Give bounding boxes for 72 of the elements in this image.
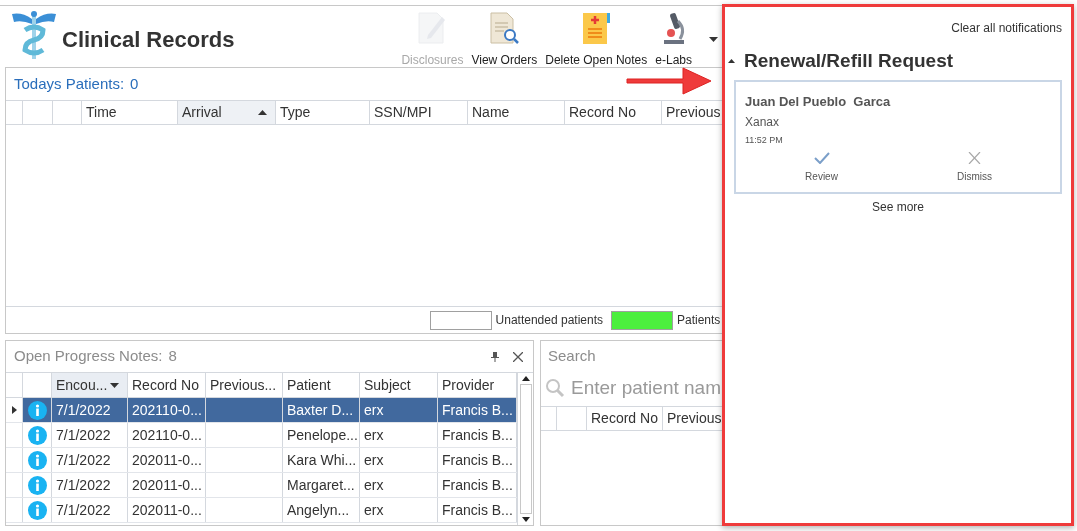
table-cell: erx xyxy=(360,473,438,497)
legend-label: Patients xyxy=(677,312,722,329)
table-cell: erx xyxy=(360,448,438,472)
table-cell: Kara Whi... xyxy=(283,448,360,472)
table-cell: 202011-0... xyxy=(128,473,206,497)
table-row[interactable]: 7/1/2022 202011-0... Margaret... erx Francis B... xyxy=(6,473,517,498)
toolbar-button[interactable]: View Orders xyxy=(468,9,541,69)
panel-title: Search xyxy=(547,346,597,367)
legend-label: Unattended patients xyxy=(495,312,603,329)
toolbar-button[interactable]: Delete Open Notes xyxy=(542,9,651,69)
patient-count: 0 xyxy=(130,73,139,94)
check-icon xyxy=(813,151,830,164)
table-row[interactable]: 7/1/2022 202110-0... Penelope... erx Francis B... xyxy=(6,423,517,448)
column-header[interactable]: Record No xyxy=(587,407,663,430)
section-header[interactable]: Renewal/Refill Request xyxy=(725,47,1071,76)
app-title: Clinical Records xyxy=(62,26,235,54)
clear-notifications-link[interactable]: Clear all notifications xyxy=(951,19,1062,37)
table-cell: Angelyn... xyxy=(283,498,360,522)
table-cell: 202110-0... xyxy=(128,423,206,447)
info-icon xyxy=(27,400,47,420)
card-action-button[interactable]: Review xyxy=(791,151,852,184)
scroll-thumb[interactable] xyxy=(519,384,532,514)
table-cell: Penelope... xyxy=(283,423,360,447)
close-icon xyxy=(968,151,981,164)
table-row[interactable]: 7/1/2022 202110-0... Baxter D... erx Francis B... xyxy=(6,398,517,423)
table-cell: 7/1/2022 xyxy=(52,398,128,422)
card-action-button[interactable]: Dismiss xyxy=(944,151,1005,184)
table-cell: erx xyxy=(360,423,438,447)
info-icon xyxy=(27,425,47,445)
table-cell: Baxter D... xyxy=(283,398,360,422)
table-cell: 7/1/2022 xyxy=(52,423,128,447)
table-row[interactable]: 7/1/2022 202011-0... Kara Whi... erx Francis B... xyxy=(6,448,517,473)
search-icon xyxy=(545,378,565,398)
pointer-arrow-icon xyxy=(625,66,713,96)
sort-descending-icon xyxy=(110,382,119,388)
scrollbar[interactable] xyxy=(517,373,533,525)
table-cell: Margaret... xyxy=(283,473,360,497)
notes-count: 8 xyxy=(168,346,177,367)
dropdown-caret-icon[interactable] xyxy=(709,37,718,42)
sort-ascending-icon xyxy=(258,110,267,115)
notification-time: 11:52 PM xyxy=(745,134,784,147)
table-cell: 202011-0... xyxy=(128,498,206,522)
column-header[interactable]: Encou... xyxy=(52,373,128,397)
panel-title: Open Progress Notes: xyxy=(14,346,163,367)
search-field[interactable]: Enter patient nam xyxy=(571,373,722,403)
table-cell: erx xyxy=(360,498,438,522)
caduceus-logo xyxy=(10,10,58,60)
see-more-link[interactable]: See more xyxy=(872,197,924,216)
patient-name: Juan Del Pueblo Garca xyxy=(745,92,892,111)
scroll-up-icon[interactable] xyxy=(521,376,530,381)
table-cell: erx xyxy=(360,398,438,422)
collapse-caret-icon xyxy=(728,59,735,64)
table-row[interactable]: 7/1/2022 202011-0... Angelyn... erx Francis B... xyxy=(6,498,517,523)
info-icon xyxy=(27,500,47,520)
table-cell: 7/1/2022 xyxy=(52,473,128,497)
drug-name: Xanax xyxy=(745,114,781,131)
info-icon xyxy=(27,475,47,495)
document-search-icon xyxy=(488,11,521,45)
table-cell: 202110-0... xyxy=(128,398,206,422)
pin-icon[interactable] xyxy=(491,351,499,362)
info-icon xyxy=(27,450,47,470)
scroll-down-icon[interactable] xyxy=(521,517,530,522)
table-cell: 202011-0... xyxy=(128,448,206,472)
column-header[interactable]: Arrival xyxy=(178,101,276,124)
panel-title: Todays Patients: xyxy=(14,73,125,94)
table-cell: 7/1/2022 xyxy=(52,498,128,522)
notification-card[interactable]: Juan Del Pueblo Garca Xanax 11:52 PM Review Dismiss xyxy=(734,79,1062,194)
row-pointer-icon xyxy=(11,406,17,414)
toolbar-button[interactable]: e-Labs xyxy=(652,9,695,69)
table-cell: 7/1/2022 xyxy=(52,448,128,472)
close-icon[interactable] xyxy=(513,351,523,362)
medical-note-icon xyxy=(580,11,613,45)
